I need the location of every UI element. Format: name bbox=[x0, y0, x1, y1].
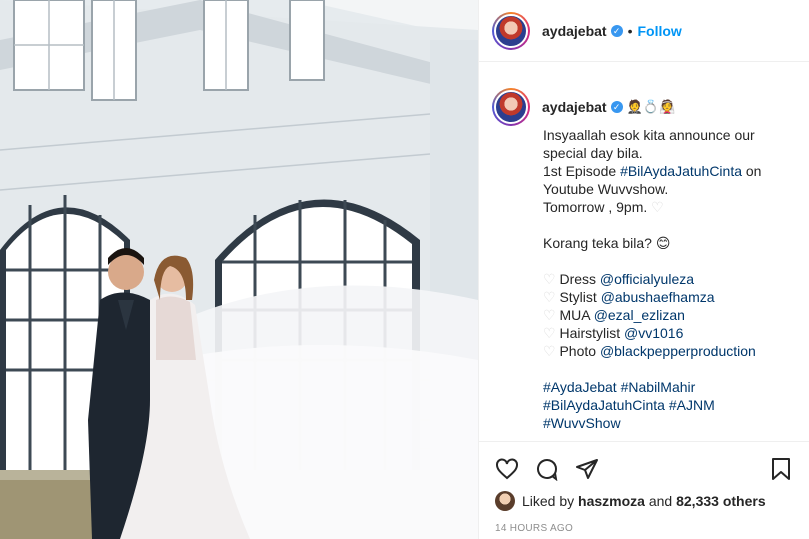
hashtag-link[interactable]: #WuvvShow bbox=[543, 415, 621, 431]
post-actions: Liked by haszmoza and 82,333 others 14 H… bbox=[479, 441, 809, 539]
instagram-post: aydajebat ✓ • Follow aydajebat ✓ 🤵💍👰 Ins… bbox=[0, 0, 809, 539]
caption-line: Korang teka bila? 😊 bbox=[543, 235, 671, 251]
caption-line: 1st Episode #BilAydaJatuhCinta on bbox=[543, 163, 762, 179]
caption-emojis: 🤵💍👰 bbox=[626, 99, 676, 114]
user-avatar[interactable] bbox=[492, 11, 530, 50]
share-icon[interactable] bbox=[575, 457, 599, 481]
white-heart-icon: ♡ bbox=[543, 307, 556, 323]
caption-avatar[interactable] bbox=[492, 88, 530, 126]
post-timestamp[interactable]: 14 HOURS AGO bbox=[495, 523, 793, 534]
post-photo[interactable] bbox=[0, 0, 478, 539]
mention-link[interactable]: @abushaefhamza bbox=[601, 289, 715, 305]
hashtag-link[interactable]: #AJNM bbox=[669, 397, 715, 413]
caption-username-link[interactable]: aydajebat bbox=[542, 99, 607, 115]
username-link[interactable]: aydajebat bbox=[542, 23, 607, 39]
mention-link[interactable]: @blackpepperproduction bbox=[600, 343, 756, 359]
credit-line: ♡ Stylist @abushaefhamza bbox=[543, 289, 715, 305]
post-header: aydajebat ✓ • Follow bbox=[479, 0, 809, 62]
credit-line: ♡ Photo @blackpepperproduction bbox=[543, 343, 756, 359]
caption-line: Insyaallah esok kita announce our bbox=[543, 127, 755, 143]
hashtag-link[interactable]: #NabilMahir bbox=[621, 379, 696, 395]
liker-username-link[interactable]: haszmoza bbox=[578, 493, 645, 509]
mention-link[interactable]: @ezal_ezlizan bbox=[594, 307, 685, 323]
white-heart-icon: ♡ bbox=[543, 289, 556, 305]
smile-emoji: 😊 bbox=[655, 235, 671, 251]
caption-line: Youtube Wuvvshow. bbox=[543, 181, 669, 197]
heart-icon[interactable] bbox=[495, 457, 519, 481]
likes-summary: Liked by haszmoza and 82,333 others bbox=[495, 491, 793, 511]
credit-line: ♡ Dress @officialyuleza bbox=[543, 271, 695, 287]
post-side-panel: aydajebat ✓ • Follow aydajebat ✓ 🤵💍👰 Ins… bbox=[478, 0, 809, 539]
wedding-photo-illustration bbox=[0, 0, 478, 539]
follow-button[interactable]: Follow bbox=[638, 23, 682, 39]
white-heart-icon: ♡ bbox=[651, 199, 664, 215]
mention-link[interactable]: @vv1016 bbox=[624, 325, 683, 341]
separator-dot: • bbox=[627, 22, 633, 39]
hashtag-link[interactable]: #BilAydaJatuhCinta bbox=[543, 397, 665, 413]
credit-line: ♡ MUA @ezal_ezlizan bbox=[543, 307, 685, 323]
hashtag-link[interactable]: #BilAydaJatuhCinta bbox=[620, 163, 742, 179]
hashtag-line: #BilAydaJatuhCinta #AJNM bbox=[543, 396, 799, 414]
caption-line: special day bila. bbox=[543, 145, 643, 161]
caption-text: Insyaallah esok kita announce our specia… bbox=[543, 126, 799, 432]
post-caption: aydajebat ✓ 🤵💍👰 Insyaallah esok kita ann… bbox=[492, 88, 799, 432]
liker-avatar[interactable] bbox=[495, 491, 515, 511]
hashtag-link[interactable]: #AydaJebat bbox=[543, 379, 617, 395]
white-heart-icon: ♡ bbox=[543, 271, 556, 287]
caption-line: Tomorrow , 9pm. ♡ bbox=[543, 199, 664, 215]
mention-link[interactable]: @officialyuleza bbox=[600, 271, 694, 287]
verified-badge-icon: ✓ bbox=[610, 24, 623, 37]
hashtag-line: #AydaJebat #NabilMahir bbox=[543, 378, 799, 396]
comment-icon[interactable] bbox=[535, 457, 559, 481]
verified-badge-icon: ✓ bbox=[610, 101, 623, 113]
bookmark-icon[interactable] bbox=[769, 457, 793, 481]
white-heart-icon: ♡ bbox=[543, 325, 556, 341]
hashtag-line: #WuvvShow bbox=[543, 414, 799, 432]
white-heart-icon: ♡ bbox=[543, 343, 556, 359]
likes-count-link[interactable]: 82,333 others bbox=[676, 493, 766, 509]
credit-line: ♡ Hairstylist @vv1016 bbox=[543, 325, 684, 341]
